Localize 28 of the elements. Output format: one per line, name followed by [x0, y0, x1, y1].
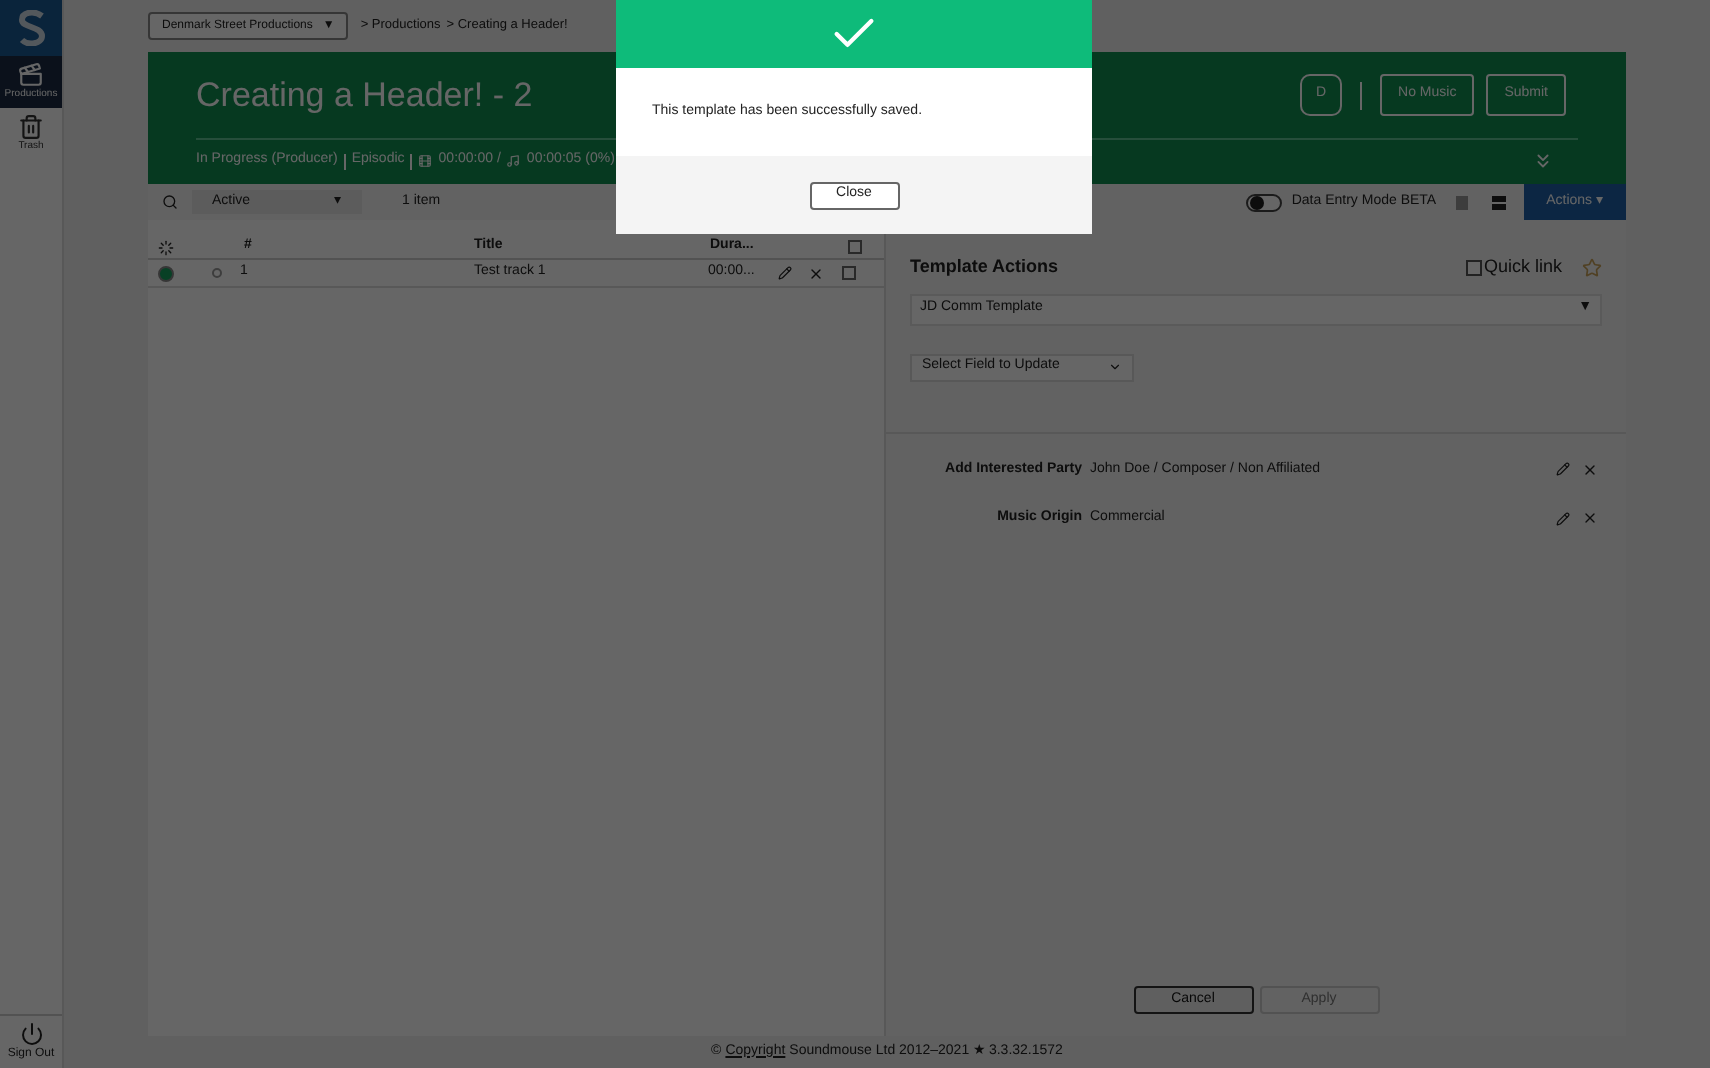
panel-title: Template Actions [910, 254, 1059, 280]
row-view-icon[interactable] [1492, 195, 1507, 209]
edit-icon[interactable] [778, 266, 792, 280]
edit-icon[interactable] [1556, 462, 1570, 477]
close-icon[interactable] [1582, 461, 1598, 478]
page-title: Creating a Header! - 2 [196, 73, 533, 118]
chevron-icon [1108, 360, 1122, 374]
clapperboard-icon [18, 62, 44, 88]
logo-icon [15, 10, 47, 46]
power-icon [19, 1022, 43, 1046]
checkbox[interactable] [842, 266, 856, 280]
checkbox[interactable] [848, 240, 862, 254]
close-icon[interactable] [1582, 510, 1598, 527]
search-icon[interactable] [162, 194, 178, 210]
star-icon[interactable] [1582, 257, 1602, 278]
note-icon [506, 154, 521, 168]
film-icon [418, 154, 433, 168]
app-logo[interactable] [0, 0, 62, 56]
edit-icon[interactable] [1556, 511, 1570, 526]
checkbox[interactable] [1465, 259, 1482, 276]
radio-button[interactable] [158, 265, 174, 281]
checkbox-label: Quick link [1483, 254, 1562, 280]
list-view-icon[interactable] [1456, 195, 1469, 209]
spinner-icon [158, 240, 174, 256]
toggle-switch[interactable] [1245, 193, 1282, 211]
trash-icon [18, 114, 44, 140]
close-icon[interactable] [808, 265, 824, 281]
expand-icon[interactable] [1532, 150, 1554, 172]
